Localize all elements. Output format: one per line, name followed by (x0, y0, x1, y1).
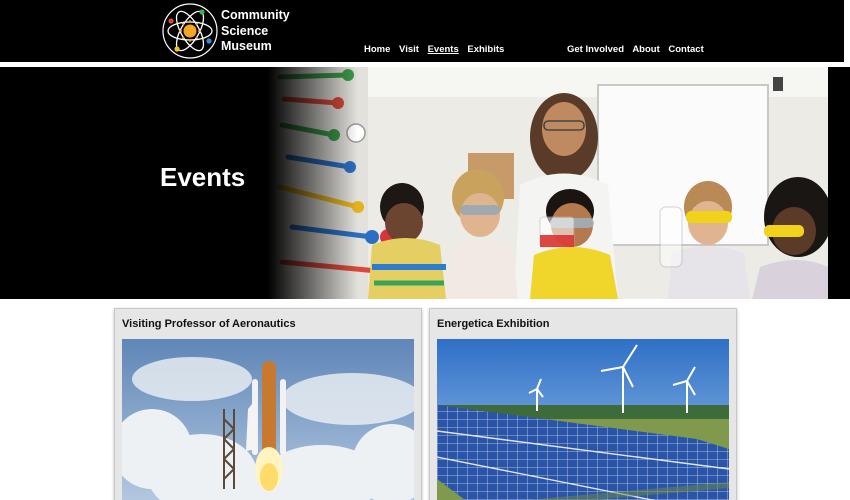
atom-sun-icon[interactable] (162, 3, 218, 59)
nav-about[interactable]: About (632, 44, 659, 55)
brand-line-3: Museum (221, 39, 272, 53)
nav-contact[interactable]: Contact (668, 44, 703, 55)
event-card-title[interactable]: Energetica Exhibition (437, 318, 549, 330)
event-card[interactable]: Visiting Professor of Aeronautics (114, 308, 422, 500)
nav-home[interactable]: Home (364, 44, 390, 55)
event-card-title[interactable]: Visiting Professor of Aeronautics (122, 318, 296, 330)
nav-events[interactable]: Events (428, 44, 459, 55)
nav-visit[interactable]: Visit (399, 44, 419, 55)
secondary-nav: Get Involved About Contact (567, 44, 710, 55)
hero-banner: Events (0, 67, 850, 299)
nav-exhibits[interactable]: Exhibits (467, 44, 504, 55)
site-header: Community Science Museum Home Visit Even… (0, 0, 850, 62)
brand-line-1: Community (221, 8, 290, 22)
rocket-launch-photo[interactable] (122, 339, 414, 500)
nav-get-involved[interactable]: Get Involved (567, 44, 624, 55)
hero-fade (268, 67, 358, 299)
solar-panels-wind-turbines-photo[interactable] (437, 339, 729, 500)
site-brand[interactable]: Community Science Museum (221, 8, 290, 55)
page-title: Events (160, 162, 246, 192)
brand-line-2: Science (221, 23, 269, 38)
main-nav: Home Visit Events Exhibits (364, 44, 510, 55)
header-edge (844, 0, 850, 62)
event-card[interactable]: Energetica Exhibition (429, 308, 737, 500)
hero-edge (828, 67, 850, 299)
